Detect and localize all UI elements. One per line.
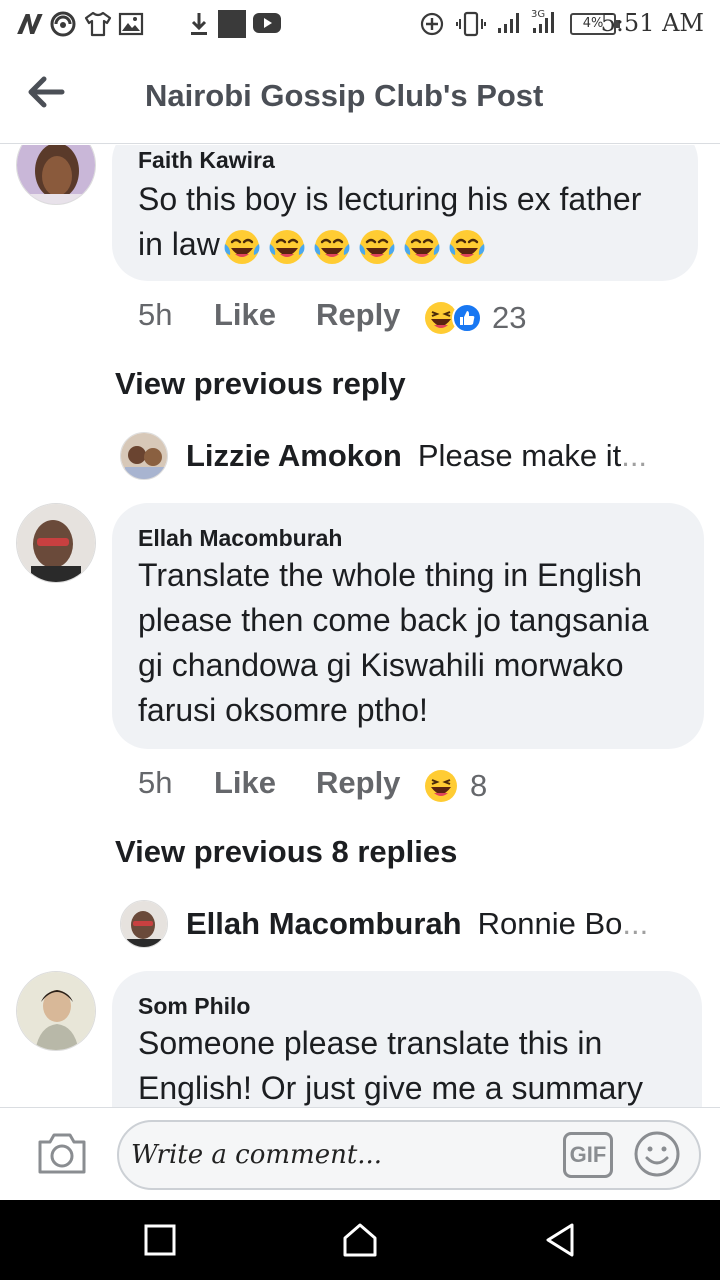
- reply-author[interactable]: Lizzie Amokon: [186, 438, 402, 474]
- comment-line: farusi oksomre ptho!: [138, 692, 428, 728]
- status-bar: 3G 4% 5:51 AM: [0, 0, 720, 48]
- network-label: 3G: [531, 9, 545, 20]
- comment-line: in law: [138, 222, 698, 267]
- comment-author[interactable]: Faith Kawira: [138, 147, 275, 174]
- haha-reaction-icon: [425, 770, 457, 802]
- comment-actions: 5h: [138, 297, 172, 333]
- laughing-tears-emoji-icon: [220, 226, 487, 264]
- reaction-count: 23: [492, 300, 527, 335]
- camera-icon[interactable]: [36, 1130, 88, 1176]
- reply-button[interactable]: Reply: [316, 765, 400, 801]
- comment-author[interactable]: Som Philo: [138, 993, 250, 1020]
- comment-stream[interactable]: Faith Kawira So this boy is lecturing hi…: [0, 145, 720, 1107]
- reply-text: Ronnie Bo: [477, 906, 623, 941]
- signal-icon: [498, 13, 519, 33]
- comment-input[interactable]: [131, 1132, 551, 1178]
- laughing-tears-emoji-icon: [224, 229, 260, 264]
- comment-line: English! Or just give me a summary: [138, 1070, 644, 1106]
- reply-author[interactable]: Ellah Macomburah: [186, 906, 462, 942]
- laughing-tears-emoji-icon: [404, 229, 440, 264]
- like-button[interactable]: Like: [214, 297, 276, 333]
- comment-text: So this boy is lecturing his ex father i…: [138, 177, 698, 267]
- reply-ellipsis: ...: [622, 906, 649, 941]
- comment-time: 5h: [138, 297, 173, 332]
- avatar[interactable]: [16, 145, 96, 205]
- like-button[interactable]: Like: [214, 765, 276, 801]
- back-triangle-icon[interactable]: [540, 1220, 580, 1260]
- image-icon: [118, 12, 144, 36]
- comment-line: please then come back jo tangsania: [138, 602, 649, 638]
- comment-box[interactable]: GIF: [117, 1120, 701, 1190]
- comment-author[interactable]: Ellah Macomburah: [138, 525, 342, 552]
- like-reaction-icon: [452, 303, 482, 333]
- post-header: Nairobi Gossip Club's Post: [0, 48, 720, 144]
- reaction-count: 8: [470, 768, 488, 803]
- signal-swirl-icon: [50, 11, 76, 37]
- reaction-summary[interactable]: 8: [424, 766, 487, 806]
- avatar[interactable]: [120, 432, 168, 480]
- n-icon: [17, 14, 43, 34]
- back-arrow-icon[interactable]: [24, 72, 72, 112]
- vibrate-icon: [456, 11, 486, 37]
- reaction-summary[interactable]: 23: [424, 298, 526, 338]
- plus-circle-icon: [420, 12, 444, 36]
- reply-preview[interactable]: Ellah Macomburah Ronnie Bo ...: [120, 899, 648, 949]
- comment-line: gi chandowa gi Kiswahili morwako: [138, 647, 624, 683]
- download-icon: [191, 13, 207, 35]
- square-icon: [218, 10, 246, 38]
- comment-bubble[interactable]: Som Philo Someone please translate this …: [112, 971, 702, 1107]
- avatar[interactable]: [120, 900, 168, 948]
- comment-composer: GIF: [0, 1107, 720, 1200]
- comment-text: Translate the whole thing in English ple…: [138, 553, 698, 733]
- comment-time: 5h: [138, 765, 173, 800]
- signal-3g-icon: 3G: [531, 9, 554, 33]
- avatar[interactable]: [16, 503, 96, 583]
- comment-bubble[interactable]: Faith Kawira So this boy is lecturing hi…: [112, 145, 698, 281]
- comment-bubble[interactable]: Ellah Macomburah Translate the whole thi…: [112, 503, 704, 749]
- gif-button[interactable]: GIF: [563, 1132, 613, 1178]
- recents-square-icon[interactable]: [140, 1220, 180, 1260]
- laughing-tears-emoji-icon: [449, 229, 485, 264]
- laughing-tears-emoji-icon: [269, 229, 305, 264]
- youtube-icon: [253, 13, 281, 33]
- view-previous-replies[interactable]: View previous 8 replies: [115, 834, 457, 870]
- comment-line: Translate the whole thing in English: [138, 557, 642, 593]
- system-nav-bar: [0, 1200, 720, 1280]
- tshirt-icon: [84, 11, 112, 37]
- reply-button[interactable]: Reply: [316, 297, 400, 333]
- reply-preview[interactable]: Lizzie Amokon Please make it ...: [120, 431, 647, 481]
- laughing-tears-emoji-icon: [359, 229, 395, 264]
- reply-text: Please make it: [417, 438, 622, 473]
- status-time: 5:51 AM: [600, 9, 704, 37]
- smiley-icon[interactable]: [633, 1130, 681, 1178]
- home-icon[interactable]: [340, 1220, 380, 1260]
- comment-text: Someone please translate this in English…: [138, 1021, 698, 1107]
- page-title: Nairobi Gossip Club's Post: [145, 78, 544, 113]
- view-previous-replies[interactable]: View previous reply: [115, 366, 406, 402]
- comment-line: So this boy is lecturing his ex father: [138, 181, 642, 217]
- laughing-tears-emoji-icon: [314, 229, 350, 264]
- avatar[interactable]: [16, 971, 96, 1051]
- comment-line: Someone please translate this in: [138, 1025, 603, 1061]
- reply-ellipsis: ...: [621, 438, 648, 473]
